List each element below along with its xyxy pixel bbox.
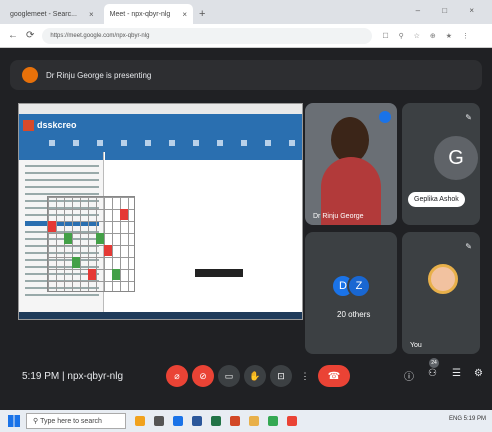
app-icon-edge[interactable] xyxy=(173,416,183,426)
main-panel-header xyxy=(105,152,302,160)
end-call-icon: ☎ xyxy=(327,370,341,382)
reload-icon[interactable]: ⟳ xyxy=(26,30,34,41)
avatar: Z xyxy=(347,274,371,298)
participant-name-pill: Geplika Ashok xyxy=(408,192,465,207)
ribbon-buttons xyxy=(49,140,299,146)
hand-icon: ✋ xyxy=(249,370,261,381)
app-logo-icon xyxy=(23,120,34,131)
extension-icons[interactable]: ☐ ⚲ ☆ ⊕ ★ ⋮ xyxy=(382,32,473,40)
app-icon-chrome[interactable] xyxy=(268,416,278,426)
search-placeholder: Type here to search xyxy=(40,417,102,425)
participant-name: You xyxy=(410,342,422,349)
tab-label: Meet - npx-qbyr-nlg xyxy=(109,10,171,18)
participant-name: Geplika Ashok xyxy=(414,196,459,203)
shared-window-titlebar xyxy=(19,104,302,114)
app-icon-excel[interactable] xyxy=(211,416,221,426)
present-button[interactable]: ⊡ xyxy=(270,365,292,387)
address-bar: ← ⟳ https://meet.google.com/npx-qbyr-nlg… xyxy=(0,24,492,48)
chat-icon[interactable]: ☰ xyxy=(452,368,461,379)
tab-search[interactable]: googlemeet - Searc... × xyxy=(4,4,100,24)
windows-taskbar: ⚲ Type here to search ENG 5:19 PM xyxy=(0,410,492,432)
more-icon: ⋮ xyxy=(300,370,310,381)
app-icon-word[interactable] xyxy=(192,416,202,426)
end-call-button[interactable]: ☎ xyxy=(318,365,350,387)
taskbar-search-input[interactable]: ⚲ Type here to search xyxy=(26,413,126,429)
windows-start-icon[interactable] xyxy=(8,415,20,427)
presenter-avatar xyxy=(22,67,38,83)
app-title: dsskcreo xyxy=(37,120,77,130)
shared-app-ribbon: dsskcreo xyxy=(19,114,302,152)
mic-off-button[interactable]: ⌀ xyxy=(166,365,188,387)
tab-meet[interactable]: Meet - npx-qbyr-nlg × xyxy=(103,4,193,24)
app-icon-folder[interactable] xyxy=(249,416,259,426)
tooltip xyxy=(195,269,243,277)
app-icon-app[interactable] xyxy=(287,416,297,426)
captions-icon: ▭ xyxy=(224,370,234,381)
activities-icon[interactable]: ⚙ xyxy=(474,368,483,379)
participant-tile-you[interactable]: ✎ You xyxy=(402,232,480,354)
shared-screen[interactable]: dsskcreo xyxy=(18,103,303,320)
participant-tile-g[interactable]: ✎ G Geplika Ashok xyxy=(402,103,480,225)
system-tray[interactable]: ENG 5:19 PM xyxy=(449,416,486,422)
meeting-code: npx-qbyr-nlg xyxy=(67,371,124,382)
camera-off-icon: ⊘ xyxy=(199,370,207,381)
participant-name: Dr Rinju George xyxy=(313,213,364,220)
mic-off-icon: ✎ xyxy=(465,242,472,251)
avatar xyxy=(428,264,458,294)
browser-tab-bar: googlemeet - Searc... × Meet - npx-qbyr-… xyxy=(0,0,492,24)
shared-taskbar xyxy=(19,312,302,319)
tree-header xyxy=(19,152,103,160)
people-count-badge: 24 xyxy=(429,358,439,368)
dsm-grid xyxy=(47,196,135,292)
app-icon-taskview[interactable] xyxy=(154,416,164,426)
presenting-banner: Dr Rinju George is presenting xyxy=(10,60,482,90)
new-tab-button[interactable]: + xyxy=(199,8,205,20)
window-controls[interactable]: – □ × xyxy=(416,6,484,15)
search-icon: ⚲ xyxy=(33,418,41,425)
captions-button[interactable]: ▭ xyxy=(218,365,240,387)
participant-tile-others[interactable]: D Z 20 others xyxy=(305,232,397,354)
mic-off-icon: ✎ xyxy=(465,113,472,122)
back-icon[interactable]: ← xyxy=(8,30,18,41)
app-icon-files[interactable] xyxy=(135,416,145,426)
others-count: 20 others xyxy=(337,310,371,319)
url-field[interactable]: https://meet.google.com/npx-qbyr-nlg xyxy=(42,27,373,44)
present-icon: ⊡ xyxy=(277,370,285,381)
more-options-button[interactable]: ⋮ xyxy=(294,365,316,387)
raise-hand-button[interactable]: ✋ xyxy=(244,365,266,387)
people-icon[interactable]: ⚇ xyxy=(428,368,437,379)
meeting-info: 5:19 PM | npx-qbyr-nlg xyxy=(22,371,124,382)
info-icon[interactable]: ⓘ xyxy=(404,368,414,383)
clock: 5:19 PM xyxy=(22,371,60,382)
avatar: G xyxy=(434,136,478,180)
participant-tile-video[interactable]: Dr Rinju George xyxy=(305,103,397,225)
app-icon-powerpoint[interactable] xyxy=(230,416,240,426)
presenting-text: Dr Rinju George is presenting xyxy=(46,70,152,80)
close-icon[interactable]: × xyxy=(182,10,187,19)
camera-off-button[interactable]: ⊘ xyxy=(192,365,214,387)
mic-off-icon: ⌀ xyxy=(174,370,180,381)
close-icon[interactable]: × xyxy=(89,10,94,19)
speaking-icon xyxy=(379,111,391,123)
tab-label: googlemeet - Searc... xyxy=(10,10,77,18)
screen: googlemeet - Searc... × Meet - npx-qbyr-… xyxy=(0,0,492,432)
